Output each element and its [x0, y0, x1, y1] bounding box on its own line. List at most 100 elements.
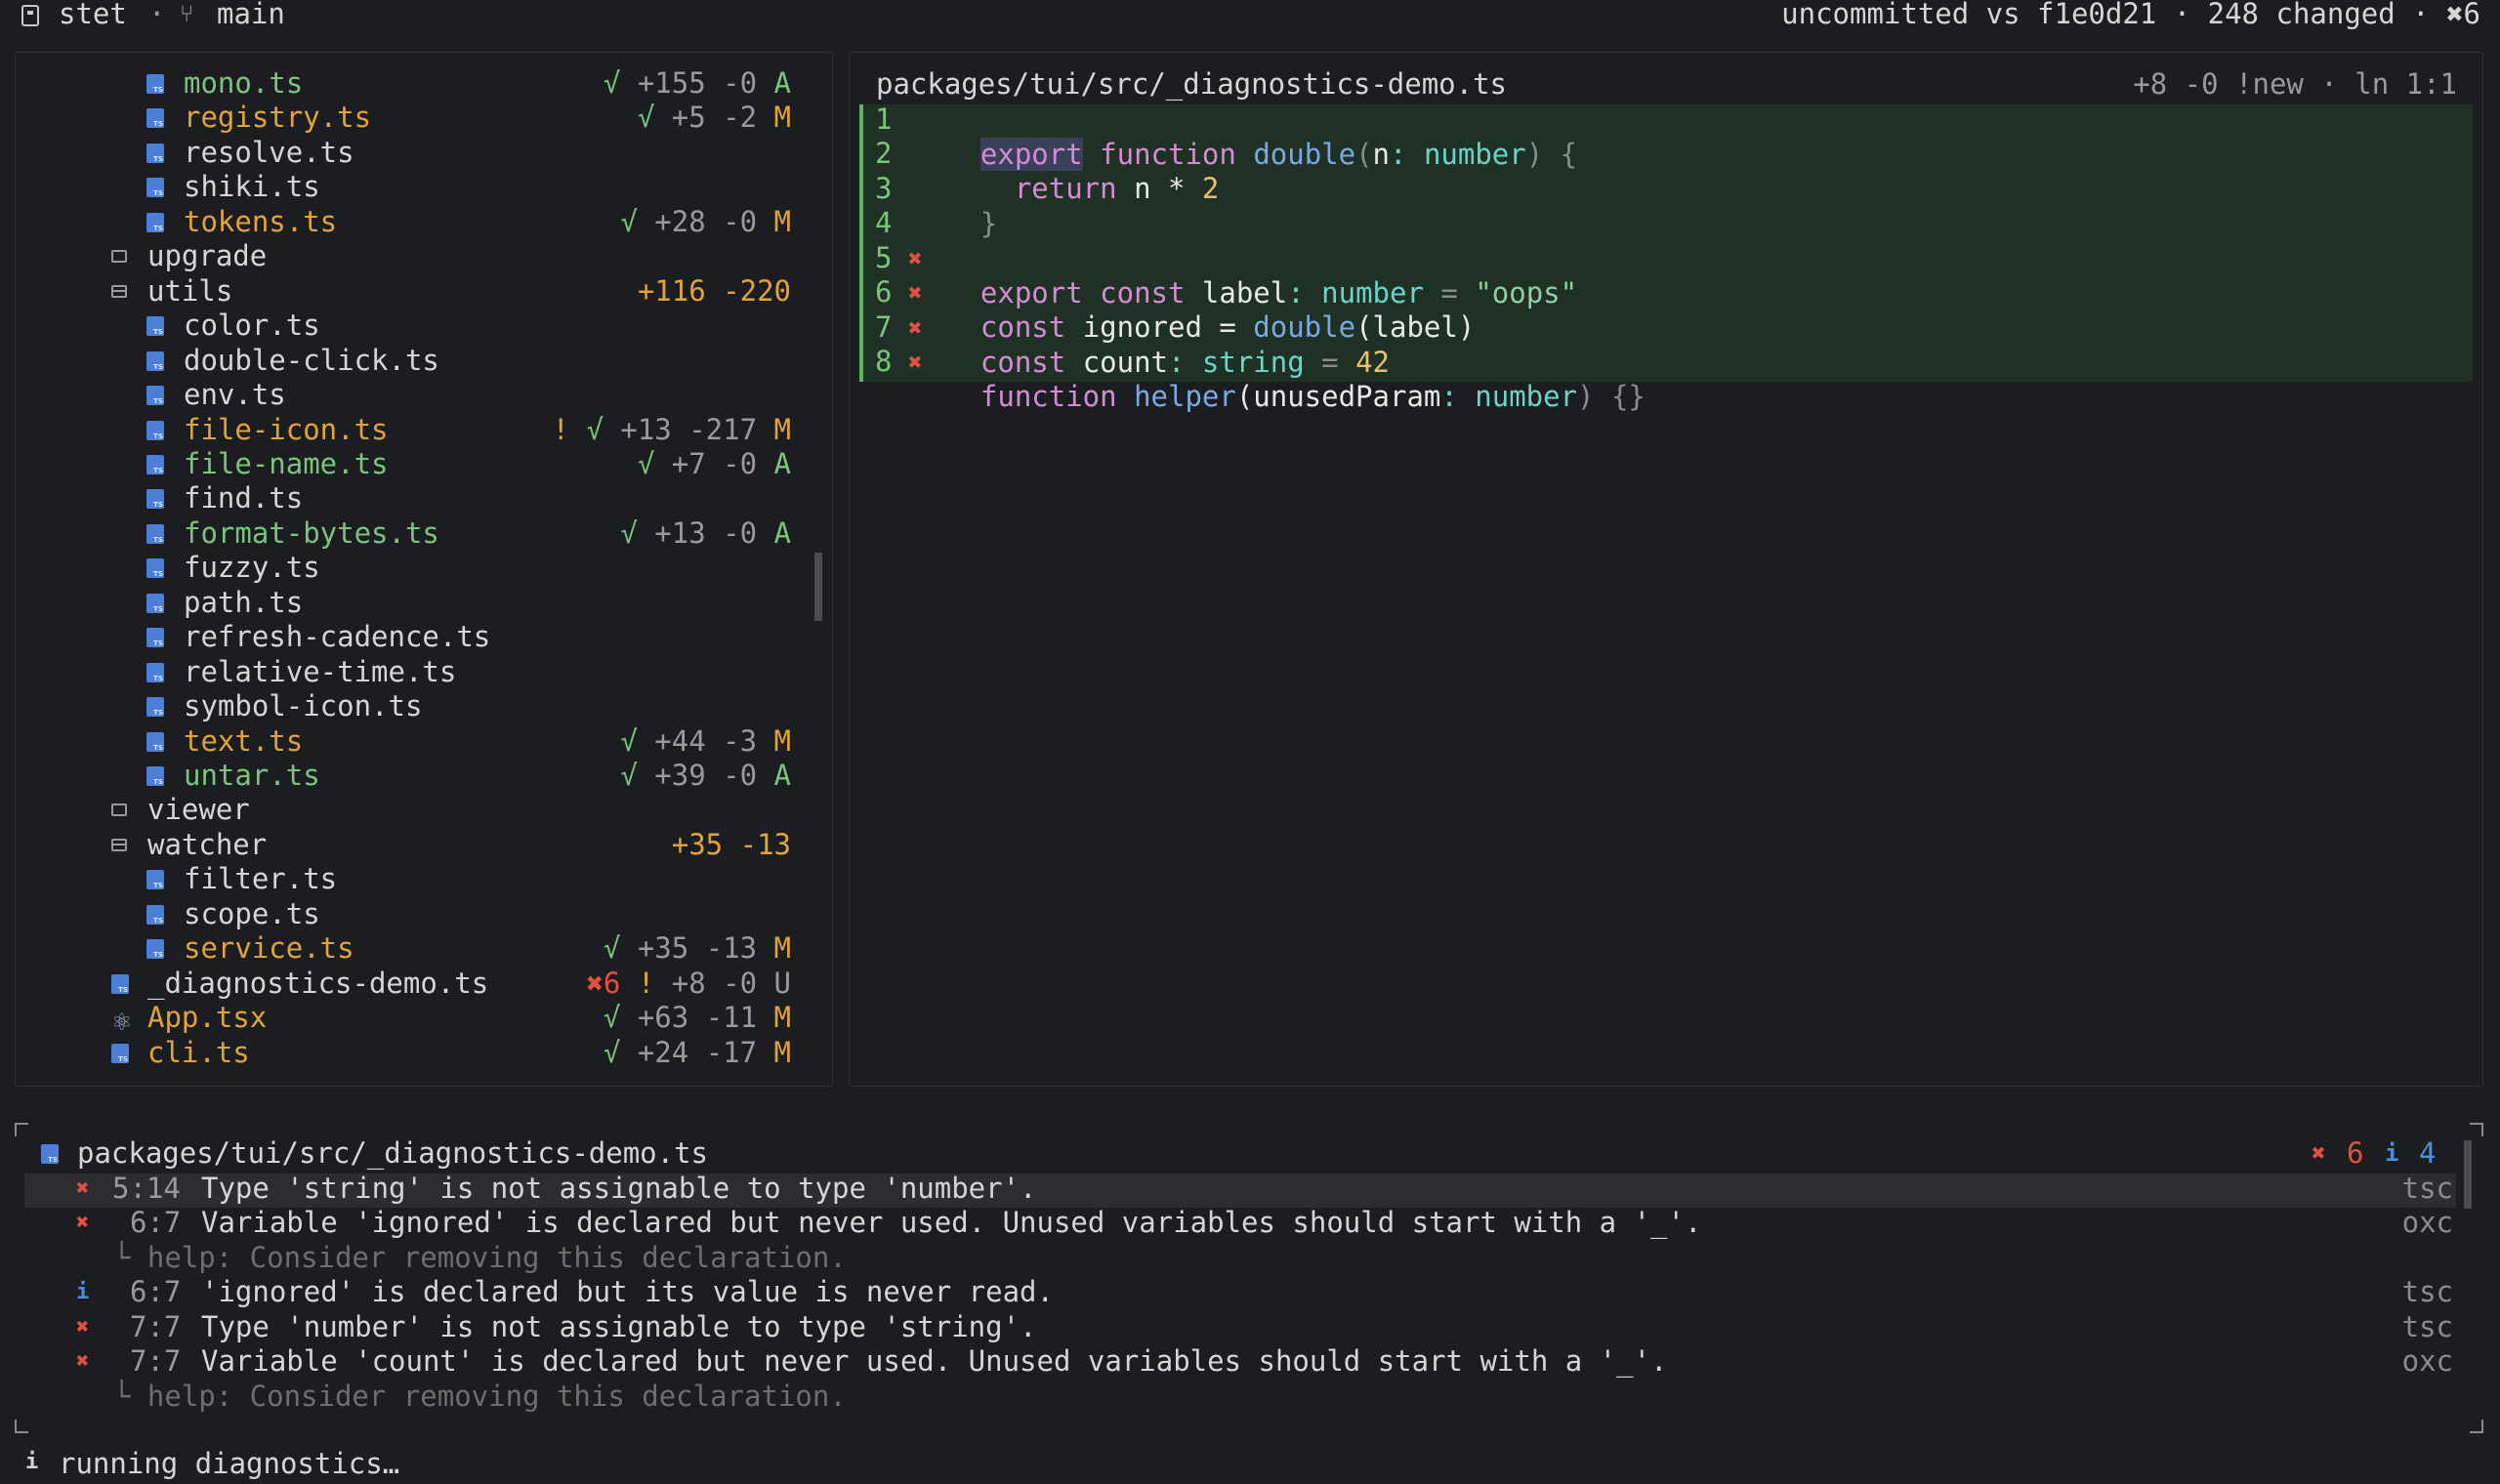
ts-file-icon	[146, 350, 164, 371]
tree-file[interactable]: service.ts √ +35 -13 M	[0, 931, 791, 967]
token: }	[979, 206, 998, 240]
tree-item-label: env.ts	[184, 378, 286, 412]
tree-file[interactable]: refresh-cadence.ts	[0, 620, 791, 655]
tree-file[interactable]: file-name.ts √ +7 -0 A	[0, 447, 791, 482]
tree-file[interactable]: format-bytes.ts √ +13 -0 A	[0, 516, 791, 552]
info-icon: i	[76, 1280, 90, 1305]
tree-file[interactable]: text.ts √ +44 -3 M	[0, 724, 791, 760]
ts-file-icon	[146, 939, 164, 960]
tree-file[interactable]: scope.ts	[0, 897, 791, 932]
code-line-5[interactable]: export const label: number = "oops"	[946, 241, 1577, 309]
diagnostic-item[interactable]: ✖ 6:7 Variable 'ignored' is declared but n…	[0, 1206, 2500, 1241]
token: n *	[1116, 171, 1202, 205]
tree-file[interactable]: _diagnostics-demo.ts ✖6 ! +8 -0 U	[0, 967, 791, 1002]
tree-file[interactable]: relative-time.ts	[0, 655, 791, 690]
error-icon: ✖	[76, 1314, 90, 1340]
token: number	[1475, 379, 1578, 413]
tree-item-stats: √ +5 -2 M	[637, 101, 791, 135]
tree-file[interactable]: cli.ts √ +24 -17 M	[0, 1036, 791, 1071]
diagnostic-message: Variable 'count' is declared but never u…	[201, 1344, 1668, 1379]
ts-file-icon	[146, 870, 164, 890]
error-marker-icon[interactable]: ✖	[908, 346, 922, 381]
code-line-2[interactable]: return n * 2	[946, 137, 1220, 205]
info-count: 4	[2419, 1136, 2437, 1170]
editor-file-path: packages/tui/src/_diagnostics-demo.ts	[876, 67, 1508, 101]
diagnostic-location: 7:7	[130, 1344, 182, 1379]
diagnostic-source: tsc	[2401, 1275, 2453, 1309]
tree-file[interactable]: shiki.ts	[0, 170, 791, 205]
tree-item-label: refresh-cadence.ts	[184, 620, 491, 654]
tree-item-label: file-name.ts	[184, 446, 389, 480]
token: ) {	[1525, 137, 1578, 171]
ts-file-icon	[146, 731, 164, 752]
ts-file-icon	[146, 523, 164, 544]
code-line-1[interactable]: export function double(n: number) {	[946, 103, 1577, 171]
token: n	[1372, 137, 1391, 171]
info-count-icon: i	[2385, 1139, 2399, 1167]
code-line-8[interactable]: function helper(unusedParam: number) {}	[946, 345, 1646, 413]
tree-item-label: upgrade	[147, 239, 268, 273]
line-number: 6	[875, 275, 893, 309]
info-icon: i	[25, 1450, 39, 1474]
branch-icon: ⑂	[180, 0, 194, 27]
error-marker-icon[interactable]: ✖	[908, 311, 922, 347]
app-name: stet	[59, 0, 127, 30]
tree-file[interactable]: fuzzy.ts	[0, 551, 791, 586]
tree-item-label: resolve.ts	[184, 135, 354, 169]
code-line-6[interactable]: const ignored = double(label)	[946, 275, 1475, 344]
tree-item-label: path.ts	[184, 585, 304, 619]
line-number: 7	[875, 309, 893, 344]
error-marker-icon[interactable]: ✖	[908, 276, 922, 311]
error-count-icon: ✖	[2312, 1139, 2326, 1167]
ts-file-icon	[146, 454, 164, 474]
ts-file-icon	[146, 662, 164, 682]
tree-file[interactable]: symbol-icon.ts	[0, 689, 791, 724]
branch-name[interactable]: main	[217, 0, 285, 32]
token: ) {}	[1577, 379, 1646, 413]
tree-file[interactable]: tokens.ts √ +28 -0 M	[0, 205, 791, 240]
tree-file[interactable]: env.ts	[0, 378, 791, 413]
tree-file[interactable]: double-click.ts	[0, 344, 791, 379]
tree-folder[interactable]: viewer	[0, 793, 791, 828]
error-count: 6	[2347, 1136, 2364, 1170]
tree-item-label: registry.ts	[184, 101, 372, 135]
diagnostic-help-text: └ help: Consider removing this declarati…	[113, 1240, 847, 1274]
tree-item-label: symbol-icon.ts	[184, 689, 423, 723]
diagnostic-item[interactable]: i 6:7 'ignored' is declared but its value …	[0, 1275, 2500, 1310]
diagnostics-scrollbar[interactable]	[2464, 1140, 2472, 1209]
tree-file[interactable]: resolve.ts	[0, 136, 791, 171]
token: double	[1253, 137, 1356, 171]
code-line-3[interactable]: }	[946, 172, 997, 240]
tree-folder[interactable]: upgrade	[0, 239, 791, 274]
tree-file[interactable]: untar.ts √ +39 -0 A	[0, 759, 791, 794]
tree-file[interactable]: color.ts	[0, 309, 791, 344]
ts-file-icon	[146, 143, 164, 163]
error-marker-icon[interactable]: ✖	[908, 242, 922, 277]
tree-file[interactable]: path.ts	[0, 586, 791, 621]
diagnostics-file-path: packages/tui/src/_diagnostics-demo.ts	[77, 1136, 709, 1170]
tree-item-label: text.ts	[184, 723, 304, 758]
tree-file[interactable]: filter.ts	[0, 862, 791, 897]
tree-file[interactable]: find.ts	[0, 481, 791, 516]
tree-file[interactable]: mono.ts √ +155 -0 A	[0, 66, 791, 102]
tree-file[interactable]: ⚛ App.tsx √ +63 -11 M	[0, 1001, 791, 1036]
diagnostic-item[interactable]: ✖ 7:7 Variable 'count' is declared but nev…	[0, 1344, 2500, 1380]
file-tree-scrollbar[interactable]	[814, 553, 822, 621]
ts-file-icon	[146, 697, 164, 718]
code-line-7[interactable]: const count: string = 42	[946, 310, 1390, 379]
status-text: running diagnostics…	[59, 1447, 400, 1480]
token: return	[1014, 171, 1117, 205]
tree-file[interactable]: file-icon.ts ! √ +13 -217 M	[0, 413, 791, 448]
tree-item-stats: √ +44 -3 M	[620, 723, 791, 758]
tree-item-label: format-bytes.ts	[184, 515, 439, 550]
diagnostic-location: 6:7	[130, 1206, 182, 1240]
tree-folder[interactable]: utils +116 -220	[0, 274, 791, 309]
diagnostic-item[interactable]: ✖ 7:7 Type 'number' is not assignable to t…	[0, 1310, 2500, 1345]
token: (unusedParam	[1235, 379, 1441, 413]
tree-folder[interactable]: watcher +35 -13	[0, 828, 791, 863]
tree-item-stats: +35 -13	[671, 827, 791, 861]
line-number: 8	[875, 345, 893, 379]
diagnostic-item[interactable]: ✖ 5:14 Type 'string' is not assignable to …	[0, 1172, 2500, 1207]
tree-file[interactable]: registry.ts √ +5 -2 M	[0, 101, 791, 136]
